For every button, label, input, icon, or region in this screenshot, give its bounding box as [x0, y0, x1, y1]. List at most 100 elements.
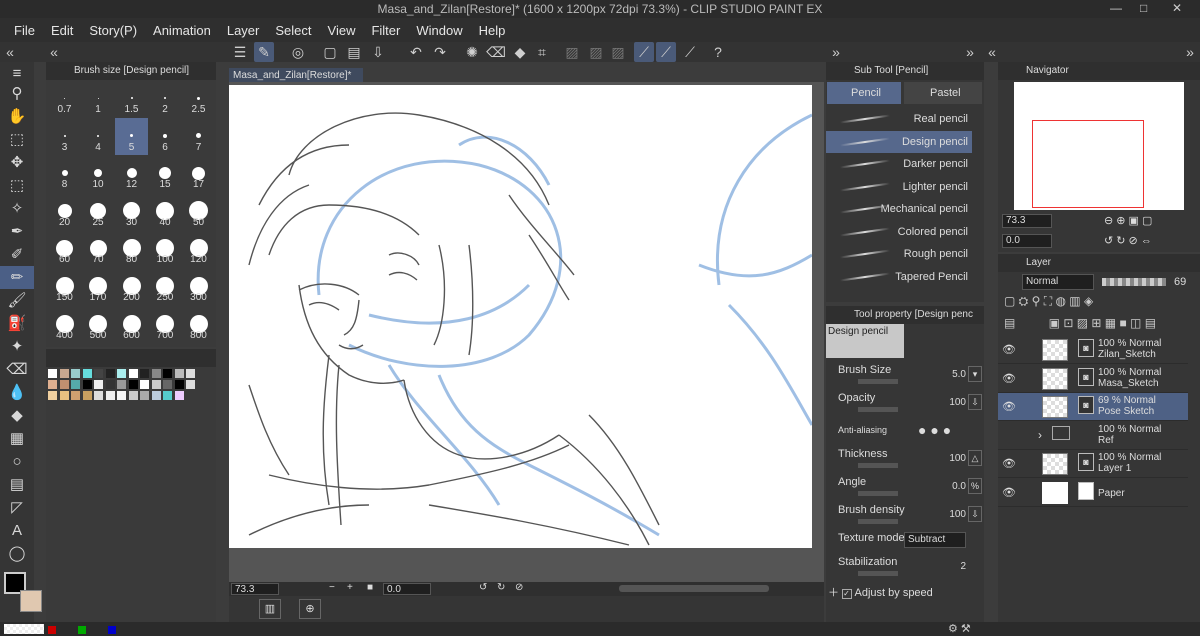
anti-aliasing-options[interactable]: ● ● ● — [918, 422, 951, 438]
stabilization-row[interactable]: Stabilization 2 — [838, 556, 982, 582]
color-chip[interactable] — [78, 626, 86, 634]
eraser-icon[interactable]: ⌫ — [0, 358, 34, 381]
percent-icon[interactable]: % — [968, 478, 982, 494]
collapse-left-icon[interactable]: « — [44, 42, 64, 62]
color-swatch[interactable] — [128, 380, 138, 389]
color-swatch[interactable] — [94, 369, 103, 378]
color-swatch[interactable] — [186, 380, 195, 389]
menu-animation[interactable]: Animation — [153, 23, 211, 38]
transparent-swatch[interactable] — [4, 624, 44, 634]
color-swatch[interactable] — [82, 380, 92, 389]
ruler-snap-icon[interactable]: ⟋ — [680, 42, 700, 62]
color-chip[interactable] — [108, 626, 116, 634]
menu-help[interactable]: Help — [479, 23, 506, 38]
new-file-icon[interactable]: ▢ — [320, 42, 340, 62]
color-swatch[interactable] — [82, 391, 92, 400]
brush-size-cell[interactable]: 8 — [48, 155, 81, 192]
sub-tool-item[interactable]: Rough pencil — [826, 243, 972, 265]
color-swatch[interactable] — [71, 391, 80, 400]
frame-icon[interactable]: ▤ — [0, 473, 34, 496]
selection-icon[interactable]: ⬚ — [0, 174, 34, 197]
airbrush-icon[interactable]: ⛽ — [0, 312, 34, 335]
toolbox-menu-icon[interactable]: ≡ — [0, 62, 34, 82]
brush-size-cell[interactable]: 15 — [149, 155, 182, 192]
layer-tools[interactable]: ▢ ⛭ ⚲ ⛶ ◍ ▥ ◈ — [1004, 294, 1194, 310]
menu-select[interactable]: Select — [275, 23, 311, 38]
color-swatch[interactable] — [94, 391, 103, 400]
zoom-icon[interactable]: ⚲ — [0, 82, 34, 105]
selection-icon[interactable]: ▨ — [562, 42, 582, 62]
reset-rotation-icon[interactable]: ⊘ — [515, 582, 523, 593]
texture-mode-row[interactable]: Texture mode Subtract — [838, 532, 982, 558]
chevron-down-icon[interactable]: ▾ — [968, 366, 982, 382]
menu-edit[interactable]: Edit — [51, 23, 73, 38]
layer-row[interactable]: 👁 ◙ 100 % Normal Zilan_Sketch — [998, 336, 1188, 364]
target-icon[interactable]: ⊕ — [299, 599, 321, 619]
sub-tool-item[interactable]: Design pencil — [826, 130, 972, 153]
color-swatch[interactable] — [140, 380, 149, 389]
crop-icon[interactable]: ⌗ — [532, 42, 552, 62]
brush-size-cell[interactable]: 500 — [82, 306, 115, 343]
sub-tool-item[interactable]: Tapered Pencil — [826, 266, 972, 288]
brush-size-cell[interactable]: 400 — [48, 306, 81, 343]
drawing-canvas[interactable] — [229, 85, 814, 548]
color-swatch[interactable] — [174, 380, 184, 389]
color-swatch[interactable] — [105, 369, 115, 378]
brush-icon[interactable]: 🖌 — [0, 289, 34, 312]
close-icon[interactable]: ✕ — [1172, 1, 1182, 15]
ruler-snap-icon[interactable]: ⟋ — [634, 42, 654, 62]
brush-size-cell[interactable]: 60 — [48, 230, 81, 267]
chevron-right-icon[interactable]: › — [1038, 428, 1042, 442]
color-swatch[interactable] — [117, 391, 126, 400]
ruler-icon[interactable]: ◸ — [0, 496, 34, 519]
thickness-slider[interactable] — [858, 463, 898, 468]
brush-size-cell[interactable]: 2 — [149, 80, 182, 117]
brush-size-cell[interactable]: 5 — [115, 117, 148, 155]
hand-icon[interactable]: ✋ — [0, 105, 34, 128]
navigator-preview[interactable] — [1014, 82, 1184, 210]
brush-size-row[interactable]: Brush Size 5.0 ▾ — [838, 364, 982, 390]
brush-size-cell[interactable]: 250 — [149, 268, 182, 305]
brush-size-cell[interactable]: 12 — [115, 155, 148, 192]
color-swatch[interactable] — [48, 380, 57, 389]
menu-filter[interactable]: Filter — [371, 23, 400, 38]
anti-aliasing-row[interactable]: Anti-aliasing ● ● ● — [838, 422, 982, 450]
brush-size-cell[interactable]: 50 — [182, 193, 215, 230]
brush-density-row[interactable]: Brush density 100 ⇩ — [838, 504, 982, 530]
brush-size-cell[interactable]: 100 — [149, 230, 182, 267]
navigator-zoom-field[interactable]: 73.3 — [1002, 214, 1052, 228]
layer-row[interactable]: 👁 ◙ 100 % Normal Masa_Sketch — [998, 365, 1188, 393]
brush-size-cell[interactable]: 70 — [82, 230, 115, 267]
color-swatch[interactable] — [59, 380, 69, 389]
color-swatch[interactable] — [105, 380, 115, 389]
color-swatch[interactable] — [186, 369, 195, 378]
menu-view[interactable]: View — [328, 23, 356, 38]
color-swatches[interactable] — [48, 369, 216, 409]
collapse-right-icon[interactable]: » — [1180, 42, 1200, 62]
layer-row[interactable]: › 100 % Normal Ref — [998, 422, 1188, 450]
brush-size-slider[interactable] — [858, 379, 898, 384]
navigator-viewport[interactable] — [1032, 120, 1144, 208]
figure-icon[interactable]: ○ — [0, 450, 34, 473]
text-icon[interactable]: A — [0, 519, 34, 542]
operation-icon[interactable]: ⬚ — [0, 128, 34, 151]
color-swatch[interactable] — [128, 369, 138, 378]
sub-tool-item[interactable]: Mechanical pencil — [826, 198, 972, 220]
rotate-left-icon[interactable]: ↺ — [479, 582, 487, 593]
brush-size-cell[interactable]: 0.7 — [48, 80, 81, 117]
color-swatch[interactable] — [59, 391, 69, 400]
brush-size-cell[interactable]: 20 — [48, 193, 81, 230]
fill-icon[interactable]: ◆ — [510, 42, 530, 62]
zoom-in-icon[interactable]: + — [347, 582, 353, 593]
brush-size-cell[interactable]: 700 — [149, 306, 182, 343]
brush-size-cell[interactable]: 80 — [115, 230, 148, 267]
brush-size-cell[interactable]: 3 — [48, 118, 81, 155]
open-file-icon[interactable]: ▤ — [344, 42, 364, 62]
collapse-right-icon[interactable]: » — [960, 42, 980, 62]
brush-size-cell[interactable]: 1.5 — [115, 80, 148, 117]
redo-icon[interactable]: ↷ — [430, 42, 450, 62]
color-swatch[interactable] — [140, 391, 149, 400]
rotate-icon[interactable]: ↺ ↻ ⊘ ⇔ — [1104, 234, 1152, 247]
color-swatch[interactable] — [48, 391, 57, 400]
brush-size-cell[interactable]: 120 — [182, 230, 215, 267]
